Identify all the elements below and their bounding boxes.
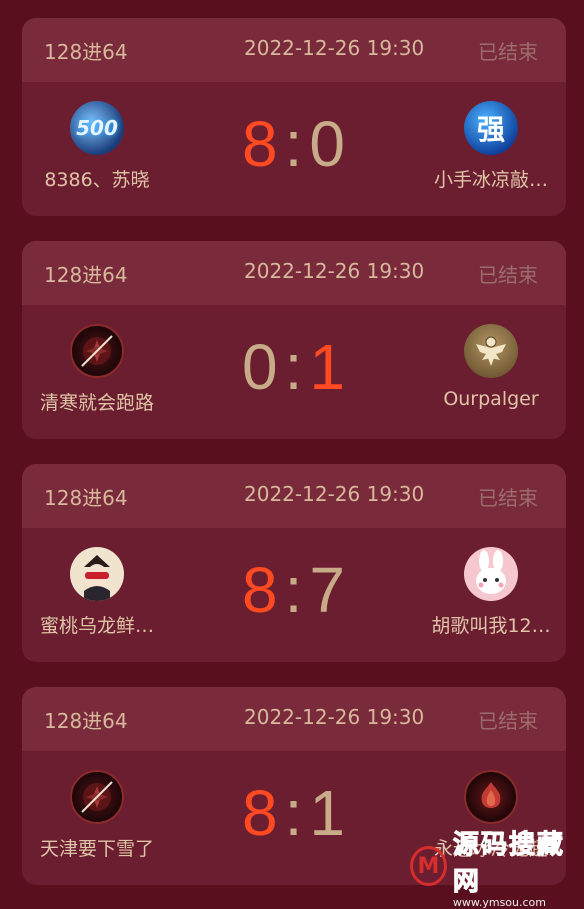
player-name: Ourpalger (443, 388, 539, 410)
left-score: 8 (242, 108, 279, 180)
qiang-avatar-icon[interactable]: 强 (464, 101, 518, 155)
eagle-avatar-icon[interactable] (464, 324, 518, 378)
left-score: 0 (242, 331, 279, 403)
match-round: 128进64 (44, 486, 128, 510)
match-status: 已结束 (478, 709, 538, 733)
flame-avatar-icon[interactable] (464, 770, 518, 824)
match-round: 128进64 (44, 263, 128, 287)
left-score: 8 (242, 777, 279, 849)
match-header: 128进64 2022-12-26 19:30 已结束 (22, 241, 566, 305)
right-player[interactable]: 胡歌叫我12… (416, 547, 566, 638)
watermark-site-name: 源码搜藏网 (452, 829, 565, 897)
match-card[interactable]: 128进64 2022-12-26 19:30 已结束 蜜桃乌龙鲜… 8:7 胡… (22, 464, 566, 662)
score-separator: : (284, 108, 304, 180)
player-name: 胡歌叫我12… (431, 615, 551, 637)
player-name: 小手冰凉敲… (433, 169, 548, 191)
match-card[interactable]: 128进64 2022-12-26 19:30 已结束 清寒就会跑路 0:1 O… (22, 241, 566, 439)
right-score: 7 (309, 554, 346, 626)
watermark-url: www.ymsou.com (452, 895, 546, 909)
right-score: 0 (309, 108, 346, 180)
watermark-logo-icon: M (410, 846, 447, 886)
match-header: 128进64 2022-12-26 19:30 已结束 (22, 18, 566, 82)
watermark: M 源码搜藏网 www.ymsou.com (410, 829, 580, 909)
match-status: 已结束 (478, 40, 538, 64)
right-score: 1 (309, 777, 346, 849)
bunny-avatar-icon[interactable] (464, 547, 518, 601)
match-time: 2022-12-26 19:30 (244, 482, 425, 506)
match-round: 128进64 (44, 40, 128, 64)
match-header: 128进64 2022-12-26 19:30 已结束 (22, 687, 566, 751)
left-score: 8 (242, 554, 279, 626)
match-time: 2022-12-26 19:30 (244, 705, 425, 729)
match-header: 128进64 2022-12-26 19:30 已结束 (22, 464, 566, 528)
match-status: 已结束 (478, 263, 538, 287)
score-separator: : (284, 331, 304, 403)
score-separator: : (284, 554, 304, 626)
watermark-text: 源码搜藏网 www.ymsou.com (452, 824, 580, 909)
match-card[interactable]: 128进64 2022-12-26 19:30 已结束 500 8386、苏晓 … (22, 18, 566, 216)
right-player[interactable]: Ourpalger (416, 324, 566, 410)
match-status: 已结束 (478, 486, 538, 510)
right-player[interactable]: 强 小手冰凉敲… (416, 101, 566, 192)
score-separator: : (284, 777, 304, 849)
right-score: 1 (309, 331, 346, 403)
match-time: 2022-12-26 19:30 (244, 259, 425, 283)
match-time: 2022-12-26 19:30 (244, 36, 425, 60)
match-round: 128进64 (44, 709, 128, 733)
